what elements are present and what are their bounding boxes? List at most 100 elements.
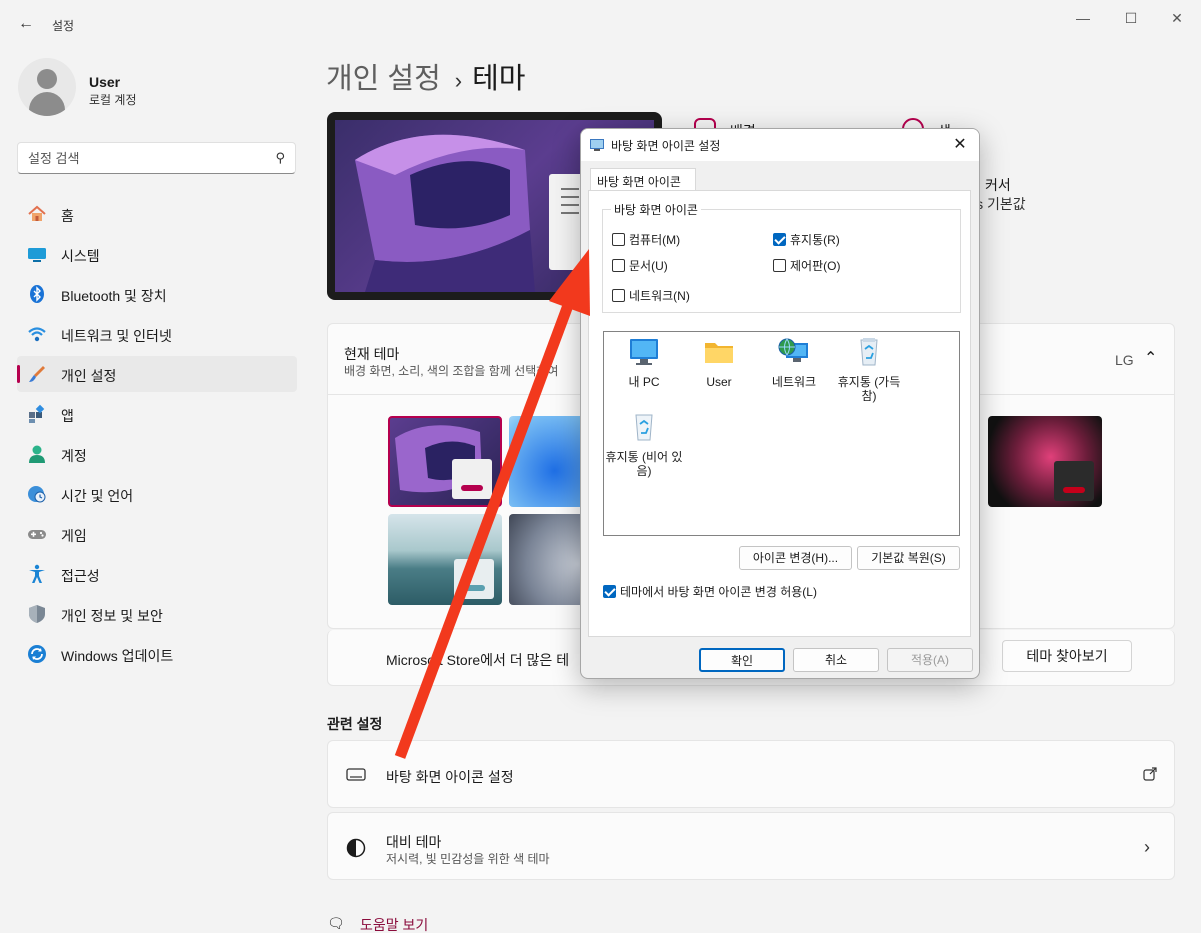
tab-desktop-icons[interactable]: 바탕 화면 아이콘 — [590, 168, 696, 191]
sidebar-item-system[interactable]: 시스템 — [17, 236, 297, 272]
sidebar-item-accounts[interactable]: 계정 — [17, 436, 297, 472]
checkbox-box[interactable] — [612, 233, 625, 246]
checkbox-box[interactable] — [612, 289, 625, 302]
current-theme-description: 배경 화면, 소리, 색의 조합을 함께 선택하여 — [344, 364, 559, 378]
checkbox-label: 제어판(O) — [790, 259, 841, 273]
theme-thumb-3[interactable] — [388, 514, 502, 605]
sidebar-item-gaming[interactable]: 게임 — [17, 516, 297, 552]
maximize-button[interactable]: ☐ — [1108, 4, 1154, 32]
page-title: 테마 — [472, 63, 526, 95]
checkbox-box[interactable] — [773, 259, 786, 272]
list-item-this-pc[interactable]: 내 PC — [604, 337, 684, 389]
allow-themes-checkbox[interactable]: 테마에서 바탕 화면 아이콘 변경 허용(L) — [603, 583, 817, 600]
contrast-themes-row[interactable]: 대비 테마 저시력, 빛 민감성을 위한 색 테마 › — [327, 812, 1175, 880]
contrast-themes-description: 저시력, 빛 민감성을 위한 색 테마 — [386, 852, 550, 866]
monitor-icon — [630, 339, 658, 365]
brush-icon — [29, 366, 45, 382]
sidebar-item-label: 개인 정보 및 보안 — [61, 608, 163, 624]
browse-themes-button[interactable]: 테마 찾아보기 — [1002, 640, 1132, 672]
sidebar-item-bluetooth[interactable]: Bluetooth 및 장치 — [17, 276, 297, 312]
wifi-icon — [28, 327, 46, 342]
desktop-icon-settings-dialog: 바탕 화면 아이콘 설정 ✕ 바탕 화면 아이콘 바탕 화면 아이콘 컴퓨터(M… — [580, 128, 980, 679]
sidebar-item-label: 네트워크 및 인터넷 — [61, 328, 172, 344]
breadcrumb-parent[interactable]: 개인 설정 — [326, 63, 441, 95]
system-icon — [28, 248, 46, 262]
list-item-recycle-bin-full[interactable]: 휴지통 (가득 참) — [829, 337, 909, 403]
cancel-button[interactable]: 취소 — [793, 648, 879, 672]
list-item-network[interactable]: 네트워크 — [754, 337, 834, 389]
list-item-label: 네트워크 — [771, 375, 817, 389]
checkbox-label: 네트워크(N) — [629, 289, 690, 303]
theme-thumb-1[interactable] — [388, 416, 502, 507]
ok-button[interactable]: 확인 — [699, 648, 785, 672]
checkbox-box[interactable] — [773, 233, 786, 246]
desktop-icon-list[interactable]: 내 PC User 네트워크 휴지통 (가득 참) 휴지통 (비어 있음) — [603, 331, 960, 536]
contrast-icon — [346, 838, 366, 858]
clock-globe-icon — [28, 486, 46, 503]
dialog-app-icon — [590, 139, 604, 151]
network-checkbox[interactable]: 네트워크(N) — [612, 287, 690, 304]
recycle-bin-checkbox[interactable]: 휴지통(R) — [773, 231, 840, 248]
sidebar-item-label: Bluetooth 및 장치 — [61, 288, 167, 304]
sidebar-item-label: 개인 설정 — [61, 368, 117, 384]
sidebar-item-privacy[interactable]: 개인 정보 및 보안 — [17, 596, 297, 632]
current-theme-title: 현재 테마 — [344, 346, 400, 362]
computer-checkbox[interactable]: 컴퓨터(M) — [612, 231, 680, 248]
title-bar: ← 설정 — ☐ ✕ — [0, 0, 1201, 48]
apply-button[interactable]: 적용(A) — [887, 648, 973, 672]
checkbox-box[interactable] — [603, 585, 616, 598]
sidebar-item-label: 계정 — [61, 448, 87, 464]
app-title: 설정 — [52, 19, 75, 33]
restore-default-button[interactable]: 기본값 복원(S) — [857, 546, 960, 570]
sidebar-item-home[interactable]: 홈 — [17, 196, 297, 232]
sidebar-item-label: 시간 및 언어 — [61, 488, 134, 504]
sidebar-item-personalization[interactable]: 개인 설정 — [17, 356, 297, 392]
control-panel-checkbox[interactable]: 제어판(O) — [773, 257, 840, 274]
cursor-label[interactable]: 커서 — [985, 175, 1011, 195]
list-item-user[interactable]: User — [679, 337, 759, 389]
chevron-right-icon: › — [1144, 837, 1150, 857]
bluetooth-icon — [30, 285, 44, 303]
breadcrumb-separator: › — [454, 68, 463, 93]
list-item-recycle-bin-empty[interactable]: 휴지통 (비어 있음) — [604, 412, 684, 478]
recycle-bin-empty-icon — [635, 414, 653, 441]
search-icon[interactable]: ⚲ — [275, 150, 285, 166]
store-text: Microsoft Store에서 더 많은 테 — [386, 652, 570, 668]
close-window-button[interactable]: ✕ — [1154, 4, 1200, 32]
user-name: User — [89, 74, 121, 90]
external-link-icon — [1143, 767, 1157, 781]
breadcrumb: 개인 설정 › 테마 — [326, 55, 525, 97]
network-globe-icon — [778, 338, 808, 362]
checkbox-label: 컴퓨터(M) — [629, 233, 681, 247]
sidebar-item-windows-update[interactable]: Windows 업데이트 — [17, 636, 297, 672]
sidebar-item-network[interactable]: 네트워크 및 인터넷 — [17, 316, 297, 352]
desktop-icon-settings-row[interactable]: 바탕 화면 아이콘 설정 — [327, 740, 1175, 808]
monitor-outline-icon — [346, 768, 366, 781]
help-link[interactable]: 도움말 보기 — [360, 915, 428, 933]
gamepad-icon — [28, 530, 46, 539]
theme-thumb-lg[interactable] — [988, 416, 1102, 507]
sidebar-item-label: Windows 업데이트 — [61, 648, 174, 664]
search-box[interactable]: ⚲ — [17, 142, 296, 174]
documents-checkbox[interactable]: 문서(U) — [612, 257, 668, 274]
checkbox-label: 테마에서 바탕 화면 아이콘 변경 허용(L) — [620, 585, 817, 599]
back-arrow-icon[interactable]: ← — [14, 12, 38, 36]
search-input[interactable] — [28, 149, 258, 167]
sidebar-item-label: 시스템 — [61, 248, 100, 264]
sidebar-item-apps[interactable]: 앱 — [17, 396, 297, 432]
group-label: 바탕 화면 아이콘 — [611, 201, 701, 218]
update-icon — [28, 645, 46, 663]
dialog-close-icon[interactable]: ✕ — [947, 133, 973, 157]
chevron-up-icon[interactable]: ⌃ — [1144, 348, 1157, 368]
desktop-icons-group: 바탕 화면 아이콘 컴퓨터(M) 휴지통(R) 문서(U) 제어판(O) 네트워… — [602, 201, 961, 313]
sidebar-item-accessibility[interactable]: 접근성 — [17, 556, 297, 592]
sidebar-item-label: 접근성 — [61, 568, 100, 584]
checkbox-box[interactable] — [612, 259, 625, 272]
home-icon — [28, 205, 46, 221]
avatar[interactable] — [18, 58, 76, 116]
sidebar-item-time-language[interactable]: 시간 및 언어 — [17, 476, 297, 512]
change-icon-button[interactable]: 아이콘 변경(H)... — [739, 546, 852, 570]
list-item-label: User — [706, 375, 732, 389]
dialog-title: 바탕 화면 아이콘 설정 — [611, 139, 721, 153]
minimize-button[interactable]: — — [1060, 4, 1106, 32]
